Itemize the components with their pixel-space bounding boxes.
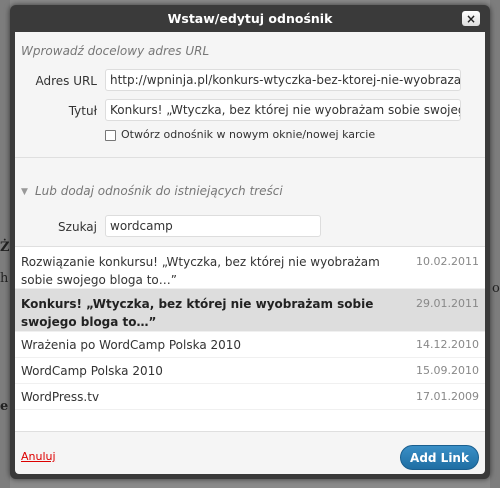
- url-input[interactable]: http://wpninja.pl/konkurs-wtyczka-bez-kt…: [105, 69, 461, 91]
- cancel-link[interactable]: Anuluj: [21, 450, 56, 463]
- page-backdrop-right: [490, 0, 500, 488]
- backdrop-text: h: [0, 271, 9, 286]
- new-window-checkbox[interactable]: [105, 130, 116, 141]
- result-row-selected[interactable]: Konkurs! „Wtyczka, bez której nie wyobra…: [15, 289, 485, 332]
- url-section-heading: Wprowadź docelowy adres URL: [21, 44, 210, 58]
- result-title: Konkurs! „Wtyczka, bez której nie wyobra…: [21, 297, 374, 329]
- result-title: WordCamp Polska 2010: [21, 364, 163, 378]
- result-date: 15.09.2010: [416, 364, 479, 377]
- existing-section-heading[interactable]: Lub dodaj odnośnik do istniejących treśc…: [35, 184, 283, 198]
- result-title: Rozwiązanie konkursu! „Wtyczka, bez któr…: [21, 255, 380, 287]
- result-row[interactable]: WordPress.tv 17.01.2009: [15, 384, 485, 410]
- title-label: Tytuł: [68, 104, 97, 118]
- result-title: Wrażenia po WordCamp Polska 2010: [21, 338, 242, 352]
- link-dialog: Wstaw/edytuj odnośnik × Wprowadź docelow…: [10, 5, 490, 479]
- result-date: 14.12.2010: [416, 338, 479, 351]
- result-date: 29.01.2011: [416, 297, 479, 310]
- section-divider: [15, 157, 485, 158]
- result-row[interactable]: Wrażenia po WordCamp Polska 2010 14.12.2…: [15, 332, 485, 358]
- result-title: WordPress.tv: [21, 390, 100, 404]
- search-results-list[interactable]: Rozwiązanie konkursu! „Wtyczka, bez któr…: [15, 246, 485, 432]
- new-window-label[interactable]: Otwórz odnośnik w nowym oknie/nowej karc…: [121, 128, 375, 141]
- search-input[interactable]: wordcamp: [105, 215, 321, 237]
- dialog-body: Wprowadź docelowy adres URL Adres URL ht…: [15, 32, 485, 474]
- result-row[interactable]: Rozwiązanie konkursu! „Wtyczka, bez któr…: [15, 247, 485, 289]
- url-label: Adres URL: [35, 74, 97, 88]
- result-date: 10.02.2011: [416, 255, 479, 268]
- close-icon[interactable]: ×: [462, 11, 480, 26]
- dialog-titlebar[interactable]: Wstaw/edytuj odnośnik: [10, 5, 490, 32]
- result-row[interactable]: WordCamp Polska 2010 15.09.2010: [15, 358, 485, 384]
- result-date: 17.01.2009: [416, 390, 479, 403]
- search-label: Szukaj: [58, 220, 97, 234]
- backdrop-text: e: [0, 399, 9, 414]
- backdrop-text: o: [492, 281, 500, 296]
- dialog-title: Wstaw/edytuj odnośnik: [167, 11, 333, 26]
- add-link-button[interactable]: Add Link: [400, 445, 479, 470]
- backdrop-text: Ż: [0, 240, 10, 255]
- title-input[interactable]: Konkurs! „Wtyczka, bez której nie wyobra…: [105, 99, 461, 121]
- triangle-down-icon[interactable]: ▼: [21, 187, 28, 197]
